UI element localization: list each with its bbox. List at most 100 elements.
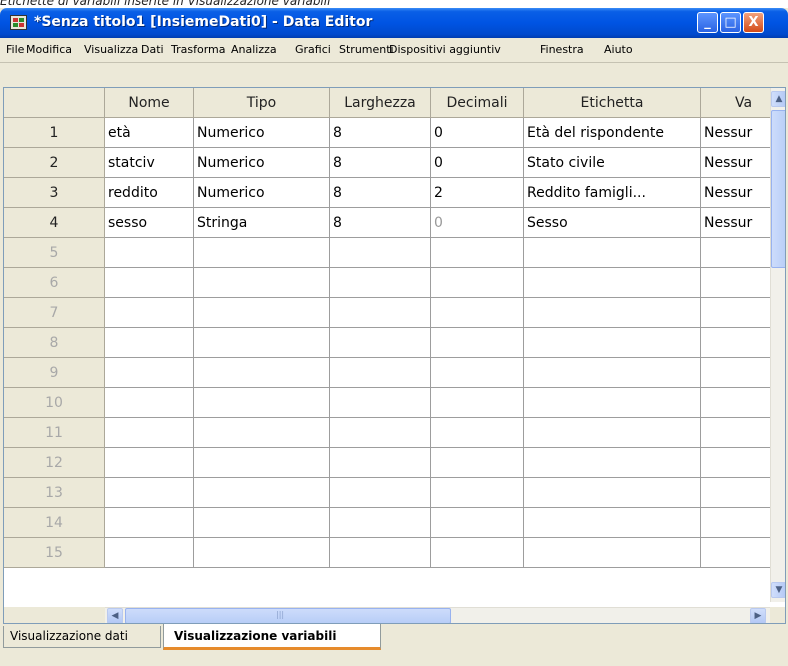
cell-tipo[interactable]: Stringa [194,208,330,238]
cell-larghezza[interactable]: 8 [330,118,431,148]
cell-decimali[interactable] [431,508,524,538]
cell-tipo[interactable]: Numerico [194,118,330,148]
cell-nome[interactable] [105,508,194,538]
row-header[interactable]: 8 [4,328,105,358]
cell-larghezza[interactable] [330,448,431,478]
cell-larghezza[interactable] [330,268,431,298]
cell-larghezza[interactable]: 8 [330,178,431,208]
cell-nome[interactable] [105,238,194,268]
cell-nome[interactable] [105,448,194,478]
row-header[interactable]: 3 [4,178,105,208]
cell-decimali[interactable]: 0 [431,148,524,178]
cell-larghezza[interactable] [330,478,431,508]
title-bar[interactable]: *Senza titolo1 [InsiemeDati0] - Data Edi… [0,8,788,38]
cell-tipo[interactable] [194,298,330,328]
cell-tipo[interactable] [194,358,330,388]
cell-etichetta[interactable] [524,478,701,508]
column-header-etichetta[interactable]: Etichetta [524,88,701,118]
menu-item-strumenti[interactable]: Strumenti [339,43,394,56]
cell-larghezza[interactable] [330,298,431,328]
cell-decimali[interactable] [431,298,524,328]
vertical-scrollbar[interactable]: ▲ ▼ [770,88,785,602]
column-header-tipo[interactable]: Tipo [194,88,330,118]
cell-etichetta[interactable]: Sesso [524,208,701,238]
cell-tipo[interactable] [194,328,330,358]
cell-tipo[interactable] [194,448,330,478]
cell-nome[interactable] [105,328,194,358]
row-header[interactable]: 14 [4,508,105,538]
close-button[interactable]: X [743,12,764,33]
row-header[interactable]: 10 [4,388,105,418]
cell-nome[interactable]: età [105,118,194,148]
menu-item-visualizza[interactable]: Visualizza [84,43,138,56]
cell-nome[interactable] [105,538,194,568]
cell-etichetta[interactable]: Reddito famigli... [524,178,701,208]
cell-decimali[interactable] [431,538,524,568]
cell-decimali[interactable] [431,358,524,388]
grid-corner[interactable] [4,88,105,118]
cell-decimali[interactable] [431,268,524,298]
cell-nome[interactable]: reddito [105,178,194,208]
cell-etichetta[interactable] [524,508,701,538]
row-header[interactable]: 9 [4,358,105,388]
cell-larghezza[interactable] [330,418,431,448]
cell-nome[interactable] [105,298,194,328]
cell-nome[interactable] [105,478,194,508]
tab-variable-view[interactable]: Visualizzazione variabili [163,624,381,650]
menu-item-analizza[interactable]: Analizza [231,43,277,56]
scroll-left-button[interactable]: ◀ [107,608,123,623]
menu-item-finestra[interactable]: Finestra [540,43,584,56]
cell-decimali[interactable]: 0 [431,118,524,148]
cell-nome[interactable] [105,268,194,298]
cell-decimali[interactable] [431,388,524,418]
cell-etichetta[interactable]: Età del rispondente [524,118,701,148]
cell-etichetta[interactable] [524,358,701,388]
menu-item-modifica[interactable]: Modifica [26,43,72,56]
horizontal-scroll-thumb[interactable]: ||| [125,608,451,623]
column-header-nome[interactable]: Nome [105,88,194,118]
scroll-up-button[interactable]: ▲ [771,91,785,107]
cell-larghezza[interactable]: 8 [330,208,431,238]
cell-larghezza[interactable] [330,238,431,268]
cell-nome[interactable] [105,418,194,448]
cell-nome[interactable] [105,388,194,418]
cell-tipo[interactable] [194,418,330,448]
cell-etichetta[interactable] [524,298,701,328]
menu-item-aiuto[interactable]: Aiuto [604,43,633,56]
scroll-down-button[interactable]: ▼ [771,582,785,598]
cell-decimali[interactable] [431,478,524,508]
cell-tipo[interactable]: Numerico [194,148,330,178]
row-header[interactable]: 4 [4,208,105,238]
cell-tipo[interactable] [194,508,330,538]
cell-decimali[interactable] [431,418,524,448]
scroll-right-button[interactable]: ▶ [750,608,766,623]
cell-tipo[interactable] [194,538,330,568]
row-header[interactable]: 6 [4,268,105,298]
cell-nome[interactable]: sesso [105,208,194,238]
cell-tipo[interactable] [194,478,330,508]
cell-etichetta[interactable] [524,238,701,268]
cell-larghezza[interactable] [330,358,431,388]
cell-tipo[interactable] [194,268,330,298]
horizontal-scrollbar[interactable]: ◀ ||| ▶ [105,607,770,623]
menu-item-file[interactable]: File [6,43,24,56]
cell-decimali[interactable] [431,328,524,358]
cell-etichetta[interactable] [524,388,701,418]
cell-nome[interactable]: statciv [105,148,194,178]
cell-etichetta[interactable] [524,418,701,448]
tab-data-view[interactable]: Visualizzazione dati [3,626,161,648]
minimize-button[interactable]: _ [697,12,718,33]
row-header[interactable]: 5 [4,238,105,268]
cell-larghezza[interactable] [330,328,431,358]
cell-etichetta[interactable] [524,448,701,478]
cell-larghezza[interactable]: 8 [330,148,431,178]
cell-nome[interactable] [105,358,194,388]
column-header-decimali[interactable]: Decimali [431,88,524,118]
menu-item-grafici[interactable]: Grafici [295,43,331,56]
row-header[interactable]: 12 [4,448,105,478]
menu-item-trasforma[interactable]: Trasforma [171,43,225,56]
cell-decimali[interactable]: 0 [431,208,524,238]
cell-tipo[interactable] [194,238,330,268]
cell-decimali[interactable] [431,238,524,268]
menu-item-dispositivi-aggiuntiv[interactable]: Dispositivi aggiuntiv [389,43,501,56]
